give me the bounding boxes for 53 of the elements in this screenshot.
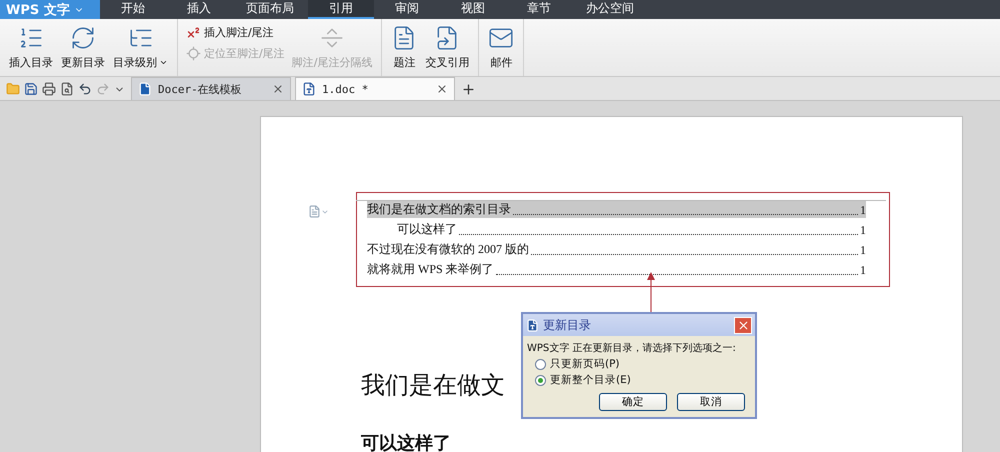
menu-tab[interactable]: 视图 <box>440 0 506 19</box>
dialog-title: 更新目录 <box>543 316 592 334</box>
menu-tab[interactable]: 引用 <box>308 0 374 19</box>
page-number: 1 <box>860 223 866 238</box>
radio-button[interactable] <box>535 374 546 386</box>
superscript-icon <box>186 25 201 40</box>
radio-option[interactable]: 只更新页码(P) <box>527 357 751 371</box>
caret-icon <box>159 58 168 67</box>
redo-icon <box>96 82 110 96</box>
document-tab[interactable]: 1.doc * <box>295 77 455 100</box>
ribbon-button[interactable]: 交叉引用 <box>422 23 472 72</box>
radio-button[interactable] <box>535 358 546 370</box>
menu-tab[interactable]: 章节 <box>506 0 572 19</box>
ok-button[interactable]: 确定 <box>599 393 667 411</box>
refresh-icon <box>70 25 96 51</box>
document-heading: 可以这样了 <box>361 432 451 452</box>
ribbon-button[interactable]: 邮件 <box>485 23 518 72</box>
menu-tab[interactable]: 开始 <box>100 0 166 19</box>
locate-icon <box>186 46 201 61</box>
ribbon-button[interactable]: 题注 <box>388 23 420 72</box>
close-icon <box>436 83 448 95</box>
toc-entry-text: 就将就用 WPS 来举例了 <box>367 261 494 278</box>
ribbon-button[interactable]: 插入目录 <box>6 23 56 72</box>
close-button[interactable] <box>734 316 752 334</box>
ribbon-button[interactable]: 插入脚注/尾注 <box>184 25 287 40</box>
dialog-message: WPS文字 正在更新目录，请选择下列选项之一: <box>527 342 737 355</box>
menu-tab[interactable]: 办公空间 <box>572 0 648 19</box>
document-icon <box>138 82 152 96</box>
document-heading: 我们是在做文 <box>361 372 505 401</box>
menu-tab[interactable]: 插入 <box>166 0 232 19</box>
toc-entry[interactable]: 我们是在做文档的索引目录 1 <box>367 201 866 218</box>
toc-entry-text: 可以这样了 <box>397 221 457 238</box>
close-icon <box>272 83 284 95</box>
menu-tab[interactable]: 页面布局 <box>232 0 308 19</box>
toc-entry[interactable]: 不过现在没有微软的 2007 版的 1 <box>367 241 866 258</box>
close-icon <box>736 318 750 332</box>
document-tab[interactable]: Docer-在线模板 <box>131 77 291 100</box>
plus-icon <box>461 82 476 96</box>
page-number: 1 <box>860 243 866 258</box>
page-number: 1 <box>860 203 866 218</box>
undo-icon <box>78 82 92 96</box>
document-icon[interactable] <box>308 205 329 218</box>
menu-tab[interactable]: 审阅 <box>374 0 440 19</box>
ribbon-button[interactable]: 目录级别 <box>110 23 171 72</box>
toc-entry[interactable]: 可以这样了 1 <box>367 221 866 238</box>
radio-option[interactable]: 更新整个目录(E) <box>527 373 751 387</box>
toc-entry-text: 我们是在做文档的索引目录 <box>367 201 511 218</box>
toc-entry[interactable]: 就将就用 WPS 来举例了 1 <box>367 261 866 278</box>
document-icon <box>302 82 316 96</box>
page-number: 1 <box>860 263 866 278</box>
ribbon-button[interactable]: 更新目录 <box>58 23 108 72</box>
toc-entry-text: 不过现在没有微软的 2007 版的 <box>367 241 529 258</box>
cancel-button[interactable]: 取消 <box>677 393 745 411</box>
